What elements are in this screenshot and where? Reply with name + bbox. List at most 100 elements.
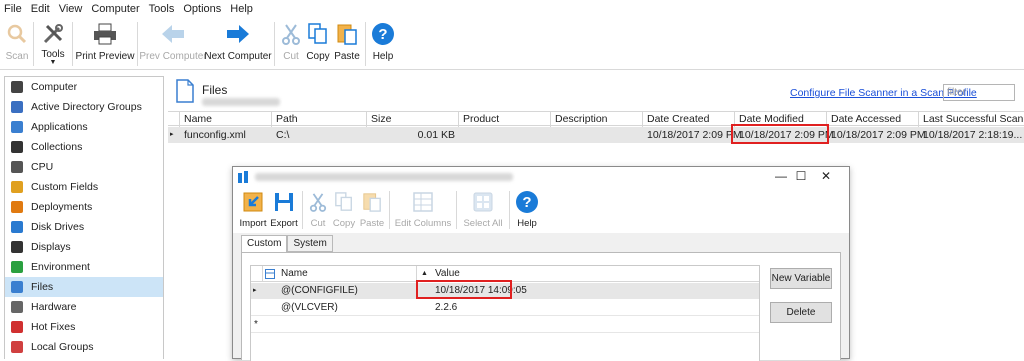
help-icon: ?	[369, 21, 397, 47]
hot-fixes-icon	[11, 321, 23, 333]
column-header-name[interactable]: Name	[277, 266, 417, 282]
menu-file[interactable]: File	[4, 3, 22, 15]
dialog-title-bar: — ☐ ✕	[233, 167, 849, 187]
new-row[interactable]: *	[251, 317, 759, 333]
cell-name: @(CONFIGFILE)	[281, 285, 358, 296]
computer-name-redacted	[202, 98, 280, 106]
sidebar-item-label: Deployments	[31, 201, 93, 213]
tab-system[interactable]: System	[287, 235, 333, 252]
help-button[interactable]: ? Help	[369, 18, 397, 70]
clipboard-icon	[358, 189, 386, 215]
sidebar-item-label: CPU	[31, 161, 54, 173]
sidebar-item-hot-fixes[interactable]: Hot Fixes	[5, 317, 163, 337]
cut-button[interactable]: Cut	[278, 18, 304, 70]
sidebar-item-active-directory-groups[interactable]: Active Directory Groups	[5, 97, 163, 117]
dialog-copy-button[interactable]: Copy	[330, 187, 358, 233]
dialog-title-redacted	[255, 173, 513, 181]
sidebar-item-deployments[interactable]: Deployments	[5, 197, 163, 217]
menu-tools[interactable]: Tools	[149, 3, 175, 15]
cpu-icon	[11, 161, 23, 173]
delete-button[interactable]: Delete	[770, 302, 832, 323]
scissors-icon	[304, 189, 332, 215]
scissors-icon	[277, 21, 305, 47]
print-preview-button[interactable]: Print Preview	[76, 18, 134, 70]
minimize-button[interactable]: —	[773, 169, 789, 183]
table-row[interactable]: @(VLCVER) 2.2.6	[251, 300, 759, 316]
copy-icon	[330, 189, 358, 215]
column-header-product[interactable]: Product	[459, 112, 551, 127]
sidebar-item-collections[interactable]: Collections	[5, 137, 163, 157]
sidebar-item-files[interactable]: Files	[5, 277, 163, 297]
column-header-date-created[interactable]: Date Created	[643, 112, 735, 127]
table-row[interactable]: ▸ funconfig.xml C:\ 0.01 KB 10/18/2017 2…	[168, 127, 1024, 143]
close-button[interactable]: ✕	[818, 169, 834, 183]
menu-computer[interactable]: Computer	[91, 3, 139, 15]
sidebar-item-label: Applications	[31, 121, 88, 133]
export-button[interactable]: Export	[269, 187, 299, 233]
import-icon	[239, 189, 267, 215]
cell-value[interactable]: 2.2.6	[431, 300, 631, 316]
grid-icon	[265, 269, 275, 282]
menu-help[interactable]: Help	[230, 3, 253, 15]
edit-columns-button[interactable]: Edit Columns	[393, 187, 453, 233]
sidebar-item-local-groups[interactable]: Local Groups	[5, 337, 163, 357]
sidebar-item-hardware[interactable]: Hardware	[5, 297, 163, 317]
column-header-description[interactable]: Description	[551, 112, 643, 127]
row-expand-icon[interactable]: ▸	[170, 127, 180, 143]
files-header: Files Configure File Scanner in a Scan P…	[168, 76, 1024, 110]
sidebar-item-environment[interactable]: Environment	[5, 257, 163, 277]
computer-icon	[11, 81, 23, 93]
variables-panel: Name ▲ Value ▸ @(CONFIGFILE) 10/18/2017 …	[241, 252, 841, 361]
copy-icon	[304, 21, 332, 47]
svg-text:?: ?	[378, 26, 387, 43]
menu-options[interactable]: Options	[183, 3, 221, 15]
local-groups-icon	[11, 341, 23, 353]
highlight-box	[416, 280, 512, 299]
sidebar-item-disk-drives[interactable]: Disk Drives	[5, 217, 163, 237]
import-button[interactable]: Import	[237, 187, 269, 233]
menu-view[interactable]: View	[59, 3, 83, 15]
new-variable-button[interactable]: New Variable	[770, 268, 832, 289]
sidebar-item-displays[interactable]: Displays	[5, 237, 163, 257]
clipboard-icon	[333, 21, 361, 47]
paste-button[interactable]: Paste	[332, 18, 362, 70]
column-header-name[interactable]: Name	[180, 112, 272, 127]
main-toolbar: Scan Tools ▼ Print Preview Prev Computer…	[0, 18, 1024, 70]
page-title: Files	[202, 83, 228, 97]
hardware-icon	[11, 301, 23, 313]
filter-input[interactable]: filter	[943, 84, 1015, 101]
dialog-paste-button[interactable]: Paste	[358, 187, 386, 233]
menu-edit[interactable]: Edit	[31, 3, 50, 15]
cell-name: funconfig.xml	[184, 129, 246, 141]
toolbar-separator	[365, 22, 366, 66]
row-header-corner	[168, 112, 180, 127]
prev-computer-button[interactable]: Prev Computer	[139, 18, 207, 70]
column-header-path[interactable]: Path	[272, 112, 367, 127]
sidebar-item-computer[interactable]: Computer	[5, 77, 163, 97]
tab-custom[interactable]: Custom	[241, 235, 288, 253]
sidebar-item-applications[interactable]: Applications	[5, 117, 163, 137]
dialog-help-button[interactable]: ? Help	[513, 187, 541, 233]
column-header-date-accessed[interactable]: Date Accessed	[827, 112, 919, 127]
copy-button[interactable]: Copy	[304, 18, 332, 70]
variables-dialog: — ☐ ✕ Import Export Cut Copy Paste Edit …	[232, 166, 850, 361]
environment-icon	[11, 261, 23, 273]
arrow-right-icon	[224, 21, 252, 47]
arrow-left-icon	[159, 21, 187, 47]
sidebar-item-custom-fields[interactable]: Custom Fields	[5, 177, 163, 197]
select-all-icon	[469, 189, 497, 215]
column-header-last-successful-scan[interactable]: Last Successful Scan	[919, 112, 1024, 127]
cell-last-scan: 10/18/2017 2:18:19...	[923, 129, 1023, 141]
sidebar-item-label: Custom Fields	[31, 181, 99, 193]
dialog-tabs: Custom System	[241, 235, 333, 253]
sidebar-item-cpu[interactable]: CPU	[5, 157, 163, 177]
tools-button[interactable]: Tools ▼	[37, 18, 69, 70]
toolbar-separator	[456, 191, 457, 229]
scan-button[interactable]: Scan	[4, 18, 30, 70]
select-all-button[interactable]: Select All	[460, 187, 506, 233]
maximize-button[interactable]: ☐	[793, 169, 809, 183]
next-computer-button[interactable]: Next Computer	[204, 18, 272, 70]
toolbar-separator	[389, 191, 390, 229]
dialog-cut-button[interactable]: Cut	[306, 187, 330, 233]
column-header-size[interactable]: Size	[367, 112, 459, 127]
